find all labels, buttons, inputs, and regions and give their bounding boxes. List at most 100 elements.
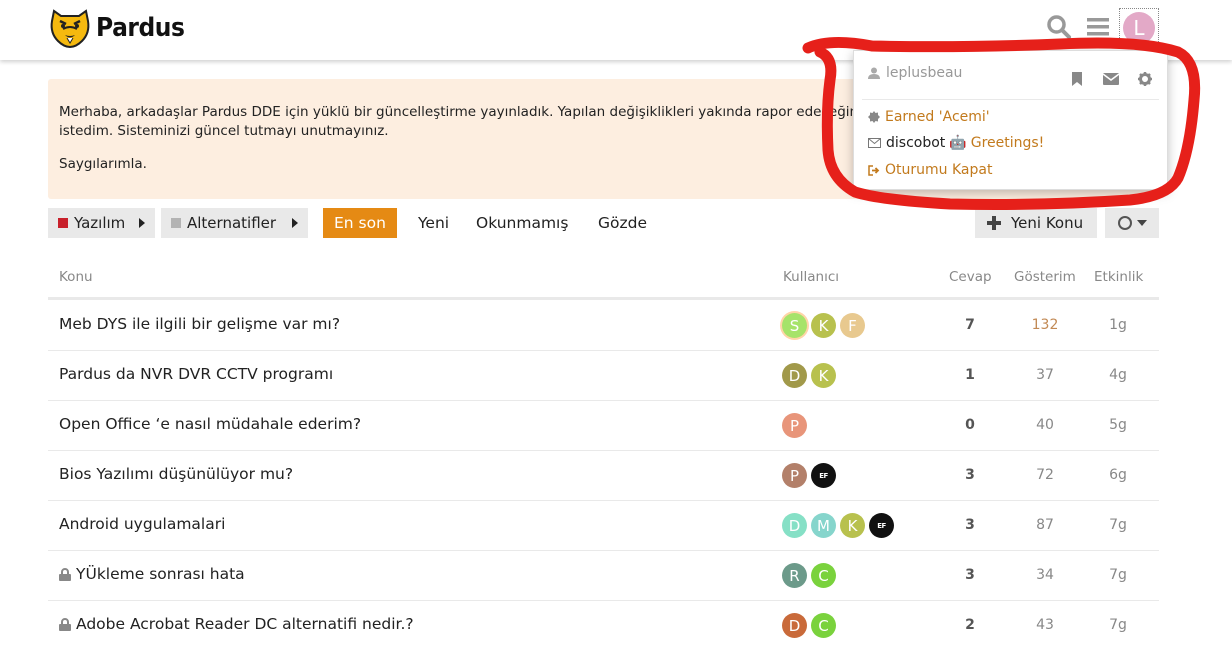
- user-avatar-button[interactable]: L: [1119, 8, 1159, 48]
- topic-table-header: Konu Kullanıcı Cevap Gösterim Etkinlik: [48, 262, 1159, 300]
- topic-title[interactable]: Meb DYS ile ilgili bir gelişme var mı?: [59, 315, 340, 333]
- badge-icon: [868, 111, 880, 123]
- user-menu-dropdown: leplusbeau Earned 'Acemi' discobot 🤖 Gre…: [853, 50, 1168, 190]
- tab-latest[interactable]: En son: [323, 208, 397, 238]
- table-row[interactable]: Android uygulamalari D M K EF 3 87 7g: [48, 501, 1159, 551]
- subcategory-dropdown[interactable]: Alternatifler: [161, 208, 308, 238]
- activity-time[interactable]: 5g: [1093, 417, 1143, 433]
- search-icon[interactable]: [1044, 12, 1074, 42]
- table-row[interactable]: Pardus da NVR DVR CCTV programı D K 1 37 4g: [48, 351, 1159, 401]
- reply-count[interactable]: 7: [948, 317, 992, 333]
- avatar[interactable]: C: [811, 613, 836, 638]
- avatar[interactable]: P: [782, 463, 807, 488]
- circle-outline-icon: [1118, 216, 1132, 230]
- avatar[interactable]: S: [782, 313, 807, 338]
- activity-time[interactable]: 7g: [1093, 567, 1143, 583]
- user-profile-link[interactable]: leplusbeau: [868, 65, 962, 81]
- caret-right-icon: [292, 218, 298, 228]
- envelope-icon[interactable]: [1101, 71, 1121, 87]
- avatar[interactable]: C: [811, 563, 836, 588]
- header-activity[interactable]: Etkinlik: [1094, 269, 1143, 285]
- reply-count[interactable]: 3: [948, 517, 992, 533]
- topic-title-text: YÜkleme sonrası hata: [76, 565, 245, 583]
- table-row[interactable]: Bios Yazılımı düşünülüyor mu? P EF 3 72 6g: [48, 451, 1159, 501]
- header-topic[interactable]: Konu: [59, 269, 93, 285]
- view-count: 40: [1036, 417, 1054, 433]
- view-count: 87: [1036, 517, 1054, 533]
- logo-text: Pardus: [96, 13, 185, 43]
- table-row[interactable]: Open Office ‘e nasıl müdahale ederim? P 0 4…: [48, 401, 1159, 451]
- notification-badge-earned[interactable]: Earned 'Acemi': [868, 109, 990, 125]
- topic-title[interactable]: Adobe Acrobat Reader DC alternatifi nedi…: [59, 615, 414, 633]
- table-row[interactable]: Meb DYS ile ilgili bir gelişme var mı? S K…: [48, 301, 1159, 351]
- topic-title-text: Pardus da NVR DVR CCTV programı: [59, 365, 334, 383]
- avatar[interactable]: D: [782, 513, 807, 538]
- activity-time[interactable]: 4g: [1093, 367, 1143, 383]
- avatar[interactable]: K: [840, 513, 865, 538]
- envelope-icon: [868, 138, 881, 148]
- header-views[interactable]: Gösterim: [1014, 269, 1076, 285]
- divider: [862, 99, 1159, 100]
- avatar[interactable]: D: [782, 613, 807, 638]
- banner-line-1: Merhaba, arkadaşlar Pardus DDE için yükl…: [59, 104, 863, 120]
- robot-emoji: 🤖: [949, 135, 967, 151]
- avatar[interactable]: D: [782, 363, 807, 388]
- topic-title[interactable]: Open Office ‘e nasıl müdahale ederim?: [59, 415, 361, 433]
- caret-right-icon: [139, 218, 145, 228]
- new-topic-label: Yeni Konu: [1011, 214, 1084, 232]
- participant-avatars: SKF: [782, 313, 869, 338]
- hamburger-icon[interactable]: [1083, 12, 1113, 42]
- view-count: 132: [1031, 317, 1059, 333]
- gear-icon[interactable]: [1135, 71, 1155, 87]
- avatar[interactable]: K: [811, 363, 836, 388]
- topic-title[interactable]: YÜkleme sonrası hata: [59, 565, 245, 583]
- site-logo[interactable]: Pardus: [48, 6, 194, 50]
- user-icon: [868, 67, 880, 79]
- logout-link[interactable]: Oturumu Kapat: [868, 162, 992, 178]
- view-count: 43: [1036, 617, 1054, 633]
- logout-icon: [868, 164, 880, 176]
- notification-message-discobot[interactable]: discobot 🤖 Greetings!: [868, 135, 1044, 151]
- participant-avatars: P EF: [782, 463, 840, 488]
- notification-level-button[interactable]: [1105, 208, 1159, 238]
- topic-title[interactable]: Pardus da NVR DVR CCTV programı: [59, 365, 333, 383]
- logout-label: Oturumu Kapat: [885, 162, 993, 178]
- tab-top[interactable]: Gözde: [598, 208, 647, 238]
- banner-line-2: istedim. Sisteminizi güncel tutmayı unut…: [59, 123, 389, 139]
- avatar[interactable]: P: [782, 413, 807, 438]
- bookmark-icon[interactable]: [1067, 71, 1087, 87]
- activity-time[interactable]: 7g: [1093, 517, 1143, 533]
- avatar[interactable]: F: [840, 313, 865, 338]
- tab-new[interactable]: Yeni: [418, 208, 449, 238]
- avatar: L: [1123, 12, 1155, 44]
- participant-avatars: RC: [782, 563, 840, 588]
- reply-count[interactable]: 1: [948, 367, 992, 383]
- avatar[interactable]: K: [811, 313, 836, 338]
- new-topic-button[interactable]: Yeni Konu: [975, 208, 1097, 238]
- activity-time[interactable]: 6g: [1093, 467, 1143, 483]
- tab-unread[interactable]: Okunmamış: [476, 208, 568, 238]
- view-count: 34: [1036, 567, 1054, 583]
- activity-time[interactable]: 1g: [1093, 317, 1143, 333]
- reply-count[interactable]: 3: [948, 467, 992, 483]
- reply-count[interactable]: 0: [948, 417, 992, 433]
- plus-icon: [987, 216, 1001, 230]
- header-replies[interactable]: Cevap: [949, 269, 992, 285]
- lock-icon: [59, 567, 71, 581]
- topic-title-text: Adobe Acrobat Reader DC alternatifi nedi…: [76, 615, 414, 633]
- category-dropdown[interactable]: Yazılım: [48, 208, 155, 238]
- reply-count[interactable]: 2: [948, 617, 992, 633]
- topic-title[interactable]: Android uygulamalari: [59, 515, 225, 533]
- avatar[interactable]: EF: [811, 463, 836, 488]
- activity-time[interactable]: 7g: [1093, 617, 1143, 633]
- subcategory-label: Alternatifler: [187, 214, 277, 232]
- avatar[interactable]: R: [782, 563, 807, 588]
- category-color-icon: [58, 218, 68, 228]
- reply-count[interactable]: 3: [948, 567, 992, 583]
- category-label: Yazılım: [74, 214, 126, 232]
- topic-title[interactable]: Bios Yazılımı düşünülüyor mu?: [59, 465, 293, 483]
- avatar[interactable]: M: [811, 513, 836, 538]
- table-row[interactable]: YÜkleme sonrası hata R C 3 34 7g: [48, 551, 1159, 601]
- table-row[interactable]: Adobe Acrobat Reader DC alternatifi nedi…: [48, 601, 1159, 650]
- avatar[interactable]: EF: [869, 513, 894, 538]
